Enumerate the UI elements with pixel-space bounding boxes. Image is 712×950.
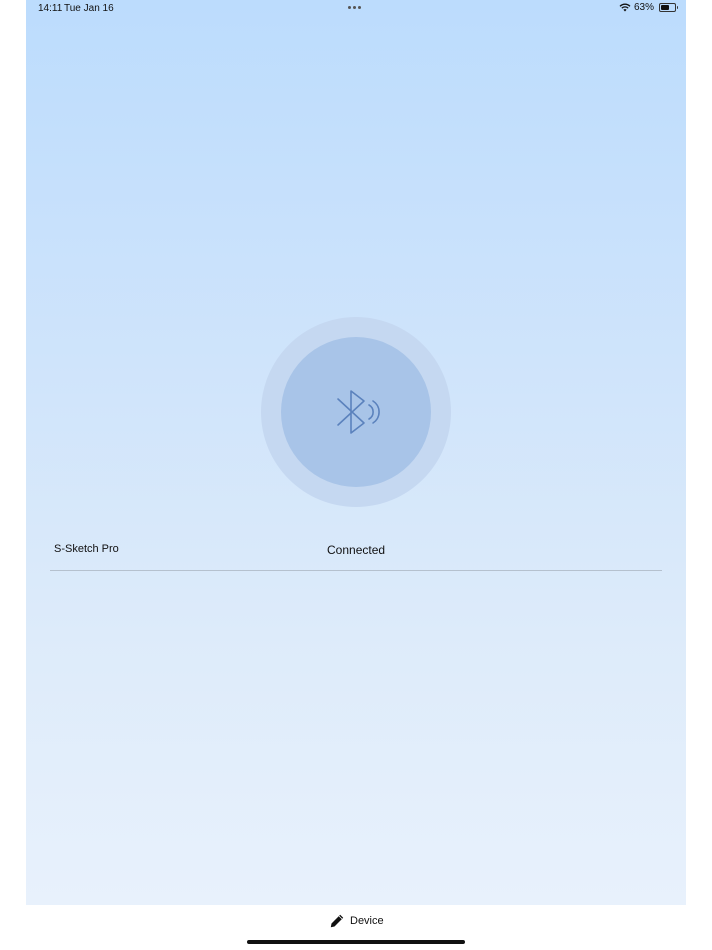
pencil-icon: [330, 914, 344, 928]
battery-percent: 63%: [633, 2, 654, 13]
status-date: Tue Jan 16: [64, 3, 114, 14]
status-right: 63%: [619, 2, 678, 13]
device-list-item[interactable]: S-Sketch Pro Connected: [50, 530, 662, 571]
tab-bar: Device: [0, 905, 712, 950]
wifi-icon: [619, 3, 631, 12]
bluetooth-signal-icon: [337, 390, 380, 434]
device-status: Connected: [327, 543, 386, 557]
multitasking-dots-icon[interactable]: [348, 6, 361, 9]
home-indicator[interactable]: [247, 940, 465, 944]
bluetooth-outer-ring: [261, 317, 451, 507]
status-time: 14:11: [38, 3, 63, 14]
status-bar: 14:11 Tue Jan 16 63%: [26, 0, 686, 18]
tab-device-label: Device: [350, 915, 384, 927]
device-name: S-Sketch Pro: [54, 543, 119, 555]
app-screen: 14:11 Tue Jan 16 63% S-Sketch Pro Connec…: [26, 0, 686, 905]
battery-icon: [659, 3, 678, 12]
bluetooth-connect-button[interactable]: [281, 337, 431, 487]
tab-device[interactable]: Device: [330, 914, 384, 928]
